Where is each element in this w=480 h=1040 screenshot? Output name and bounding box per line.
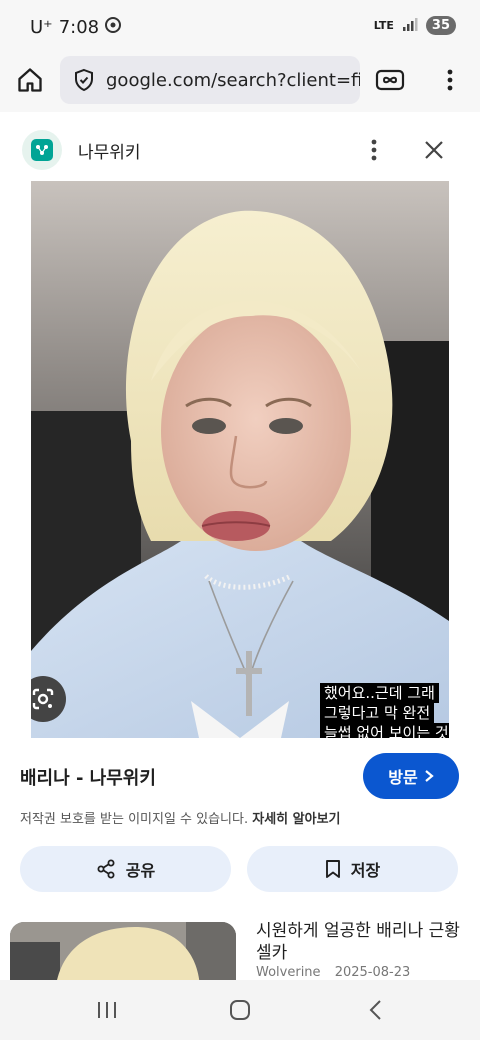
- image-caption: 했어요..근데 그래 그렇다고 막 완전 늘썹 없어 보이는 것: [320, 683, 449, 738]
- system-nav-bar: [0, 980, 480, 1040]
- home-button[interactable]: [8, 58, 52, 102]
- related-date: 2025-08-23: [334, 965, 411, 980]
- status-time: 7:08: [58, 17, 100, 38]
- recents-button[interactable]: [77, 990, 137, 1030]
- related-meta: Wolverine 2025-08-23: [256, 965, 410, 980]
- selfie-photo: [31, 181, 449, 738]
- recents-icon: [98, 1002, 116, 1018]
- home-icon: [18, 68, 42, 92]
- status-right: LTE 35: [374, 16, 456, 35]
- share-icon: [97, 859, 115, 879]
- battery-badge: 35: [425, 16, 456, 35]
- back-icon: [369, 1000, 381, 1020]
- google-lens-icon: [32, 688, 54, 710]
- back-button[interactable]: [345, 990, 405, 1030]
- copyright-notice: 저작권 보호를 받는 이미지일 수 있습니다. 자세히 알아보기: [20, 808, 341, 827]
- more-vert-icon: [371, 139, 377, 161]
- browser-toolbar: google.com/search?client=fire: [0, 56, 480, 112]
- visit-button[interactable]: 방문: [363, 753, 459, 799]
- image-detail-sheet: 나무위키 했어요..근데 그래 그렇다고 막 완전 늘썹 없어 보이는 것 배리…: [0, 120, 480, 980]
- related-thumbnail[interactable]: [10, 922, 236, 980]
- site-logo: [22, 130, 62, 170]
- url-bar[interactable]: google.com/search?client=fire: [60, 56, 360, 104]
- save-label: 저장: [350, 861, 381, 880]
- related-title[interactable]: 시원하게 얼공한 배리나 근황 셀카: [256, 920, 471, 964]
- tracking-protection-button[interactable]: [368, 58, 412, 102]
- home-nav-button[interactable]: [210, 990, 270, 1030]
- status-left: U⁺ 7:08: [30, 17, 122, 38]
- caption-line: 그렇다고 막 완전: [320, 703, 435, 723]
- caption-line: 했어요..근데 그래: [320, 683, 439, 703]
- caption-line: 늘썹 없어 보이는 것: [320, 723, 449, 738]
- chevron-right-icon: [425, 770, 434, 782]
- site-name: 나무위키: [78, 143, 141, 163]
- network-label: LTE: [373, 19, 394, 32]
- main-image[interactable]: 했어요..근데 그래 그렇다고 막 완전 늘썹 없어 보이는 것: [31, 181, 449, 738]
- learn-more-link[interactable]: 자세히 알아보기: [252, 812, 340, 827]
- more-vert-icon: [447, 69, 453, 91]
- signal-icon: [402, 17, 418, 34]
- save-button[interactable]: 저장: [247, 846, 458, 892]
- share-label: 공유: [125, 861, 156, 880]
- carrier-label: U⁺: [30, 17, 53, 38]
- close-icon: [425, 141, 443, 159]
- visit-label: 방문: [388, 768, 418, 787]
- related-source: Wolverine: [256, 965, 321, 980]
- page-title[interactable]: 배리나 - 나무위키: [20, 764, 156, 790]
- close-button[interactable]: [412, 128, 456, 172]
- shield-check-icon[interactable]: [72, 66, 96, 94]
- home-circle-icon: [230, 1000, 250, 1020]
- namuwiki-logo-icon: [31, 139, 53, 161]
- notification-icon: [105, 17, 122, 38]
- infinity-icon: [375, 69, 405, 91]
- sheet-menu-button[interactable]: [352, 128, 396, 172]
- sheet-header: 나무위키: [0, 120, 480, 180]
- bookmark-icon: [325, 860, 340, 878]
- url-text[interactable]: google.com/search?client=fire: [106, 70, 360, 91]
- share-button[interactable]: 공유: [20, 846, 231, 892]
- status-bar: U⁺ 7:08 LTE 35: [0, 0, 480, 56]
- copyright-text: 저작권 보호를 받는 이미지일 수 있습니다.: [20, 812, 249, 827]
- related-photo: [10, 922, 236, 980]
- browser-menu-button[interactable]: [428, 58, 472, 102]
